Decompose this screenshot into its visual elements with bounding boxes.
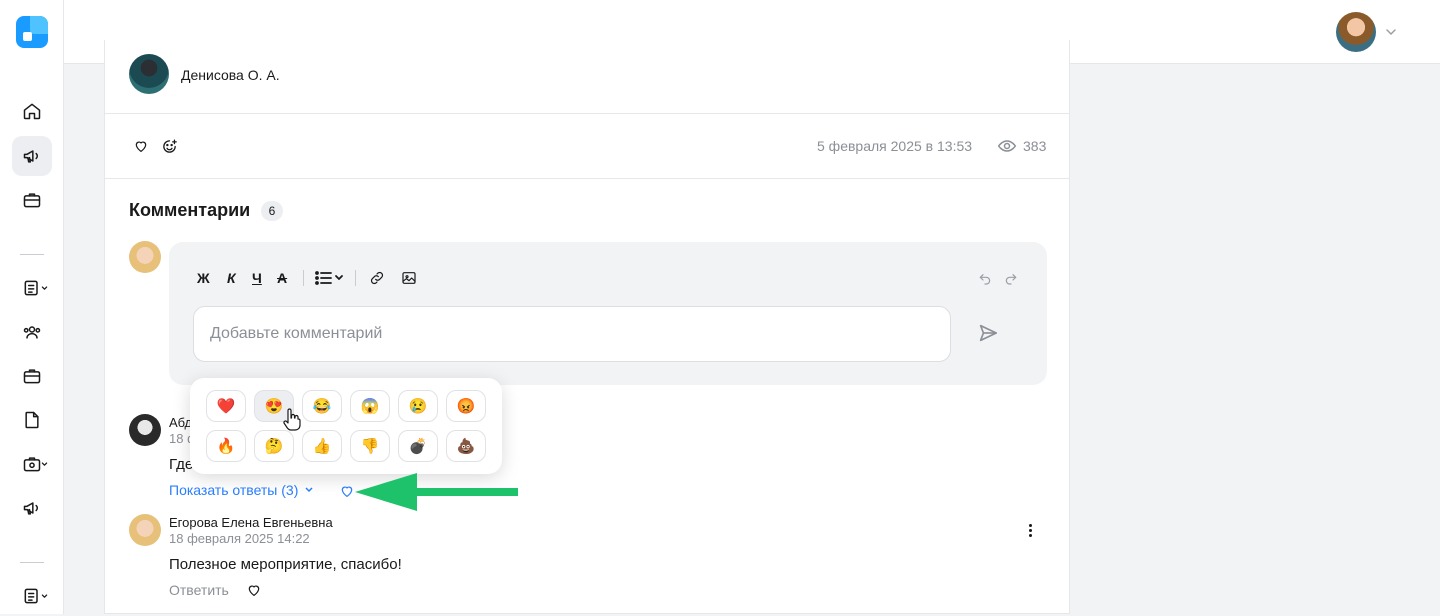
megaphone-icon [23, 150, 39, 163]
reaction-heart[interactable]: ❤️ [206, 390, 246, 422]
comment-author-name[interactable]: Егорова Елена Евгеньевна [169, 515, 333, 530]
list-button[interactable] [315, 270, 345, 289]
comment-author-avatar[interactable] [129, 414, 161, 446]
image-icon [402, 272, 416, 284]
sidebar-item-work[interactable] [12, 356, 52, 396]
eye-icon [997, 140, 1017, 152]
reaction-angry[interactable]: 😡 [446, 390, 486, 422]
sidebar-item-services[interactable] [12, 180, 52, 220]
right-pane [1070, 64, 1440, 614]
chevron-down-icon [41, 462, 48, 466]
link-icon [370, 271, 384, 285]
chevron-down-icon[interactable] [1385, 26, 1397, 38]
comment-author-name[interactable]: Абд [169, 415, 192, 430]
comment-input[interactable] [193, 306, 951, 362]
link-button[interactable] [369, 270, 385, 289]
sidebar-item-home[interactable] [12, 91, 52, 131]
heart-icon [341, 486, 353, 497]
author-avatar[interactable] [129, 54, 169, 94]
post-date: 5 февраля 2025 в 13:53 [817, 138, 973, 154]
app-logo[interactable] [16, 16, 48, 48]
divider [105, 113, 1069, 114]
users-icon [23, 326, 41, 339]
heart-icon [248, 585, 260, 596]
divider [105, 178, 1069, 179]
send-button[interactable] [977, 322, 999, 349]
views-counter: 383 [997, 136, 1046, 156]
sidebar-item-announcements[interactable] [12, 488, 52, 528]
comment-menu-button[interactable] [1029, 524, 1033, 537]
like-button[interactable] [133, 138, 149, 154]
sidebar-item-settings[interactable] [12, 444, 52, 484]
reaction-thinking[interactable]: 🤔 [254, 430, 294, 462]
annotation-arrow-icon [355, 473, 518, 511]
strikethrough-button[interactable]: А [277, 270, 287, 286]
reaction-thumbs-up[interactable]: 👍 [302, 430, 342, 462]
user-avatar[interactable] [1336, 12, 1376, 52]
briefcase-icon [23, 193, 41, 208]
sidebar-item-people[interactable] [12, 312, 52, 352]
reaction-fire[interactable]: 🔥 [206, 430, 246, 462]
sidebar-divider [20, 254, 44, 255]
comment-like-button[interactable] [339, 483, 355, 499]
file-icon [25, 411, 39, 429]
list-icon [315, 271, 343, 285]
reaction-scream[interactable]: 😱 [350, 390, 390, 422]
image-button[interactable] [401, 270, 417, 289]
document-list-icon [24, 280, 38, 296]
sidebar-divider [20, 562, 44, 563]
show-replies-link[interactable]: Показать ответы (3) [169, 482, 314, 498]
sidebar-item-documents[interactable] [12, 268, 52, 308]
toolbar-divider [303, 270, 304, 286]
reaction-bomb[interactable]: 💣 [398, 430, 438, 462]
document-list-icon [24, 588, 38, 604]
add-reaction-button[interactable] [161, 138, 178, 155]
home-icon [23, 103, 41, 120]
sidebar-item-documents-2[interactable] [12, 576, 52, 616]
settings-briefcase-icon [23, 457, 41, 472]
undo-button[interactable] [977, 270, 993, 289]
megaphone-icon [23, 502, 39, 515]
comments-count-badge: 6 [261, 201, 283, 221]
sidebar-item-news[interactable] [12, 136, 52, 176]
italic-button[interactable]: К [227, 270, 236, 286]
redo-button[interactable] [1003, 270, 1019, 289]
comment-editor: Ж К Ч А [169, 242, 1047, 385]
heart-icon [135, 141, 147, 152]
reaction-picker: ❤️ 😍 😂 😱 😢 😡 🔥 🤔 👍 👎 💣 💩 [190, 378, 502, 474]
chevron-down-icon [305, 487, 313, 493]
send-icon [979, 324, 998, 342]
chevron-down-icon [41, 594, 48, 598]
chevron-down-icon [41, 286, 48, 290]
bold-button[interactable]: Ж [197, 270, 210, 286]
emoji-add-icon [163, 139, 177, 153]
briefcase-icon [23, 369, 41, 384]
comment-like-button[interactable] [246, 582, 262, 598]
hand-cursor-icon [283, 408, 301, 431]
toolbar-divider [355, 270, 356, 286]
reply-button[interactable]: Ответить [169, 582, 229, 598]
current-user-avatar [129, 241, 161, 273]
views-count: 383 [1023, 138, 1047, 154]
comment-date: 18 февраля 2025 14:22 [169, 531, 310, 546]
reaction-cry[interactable]: 😢 [398, 390, 438, 422]
comments-title: Комментарии [129, 200, 251, 220]
reaction-poop[interactable]: 💩 [446, 430, 486, 462]
author-name[interactable]: Денисова О. А. [181, 67, 280, 83]
undo-icon [979, 274, 991, 285]
show-replies-label: Показать ответы (3) [169, 482, 299, 498]
sidebar-item-files[interactable] [12, 400, 52, 440]
comment-author-avatar[interactable] [129, 514, 161, 546]
reaction-laugh[interactable]: 😂 [302, 390, 342, 422]
redo-icon [1005, 274, 1017, 285]
comment-text: Полезное мероприятие, спасибо! [169, 556, 402, 573]
sidebar [0, 0, 64, 614]
underline-button[interactable]: Ч [252, 270, 262, 286]
post-card: Денисова О. А. 5 февраля 2025 в 13:53 38… [104, 40, 1070, 614]
reaction-thumbs-down[interactable]: 👎 [350, 430, 390, 462]
